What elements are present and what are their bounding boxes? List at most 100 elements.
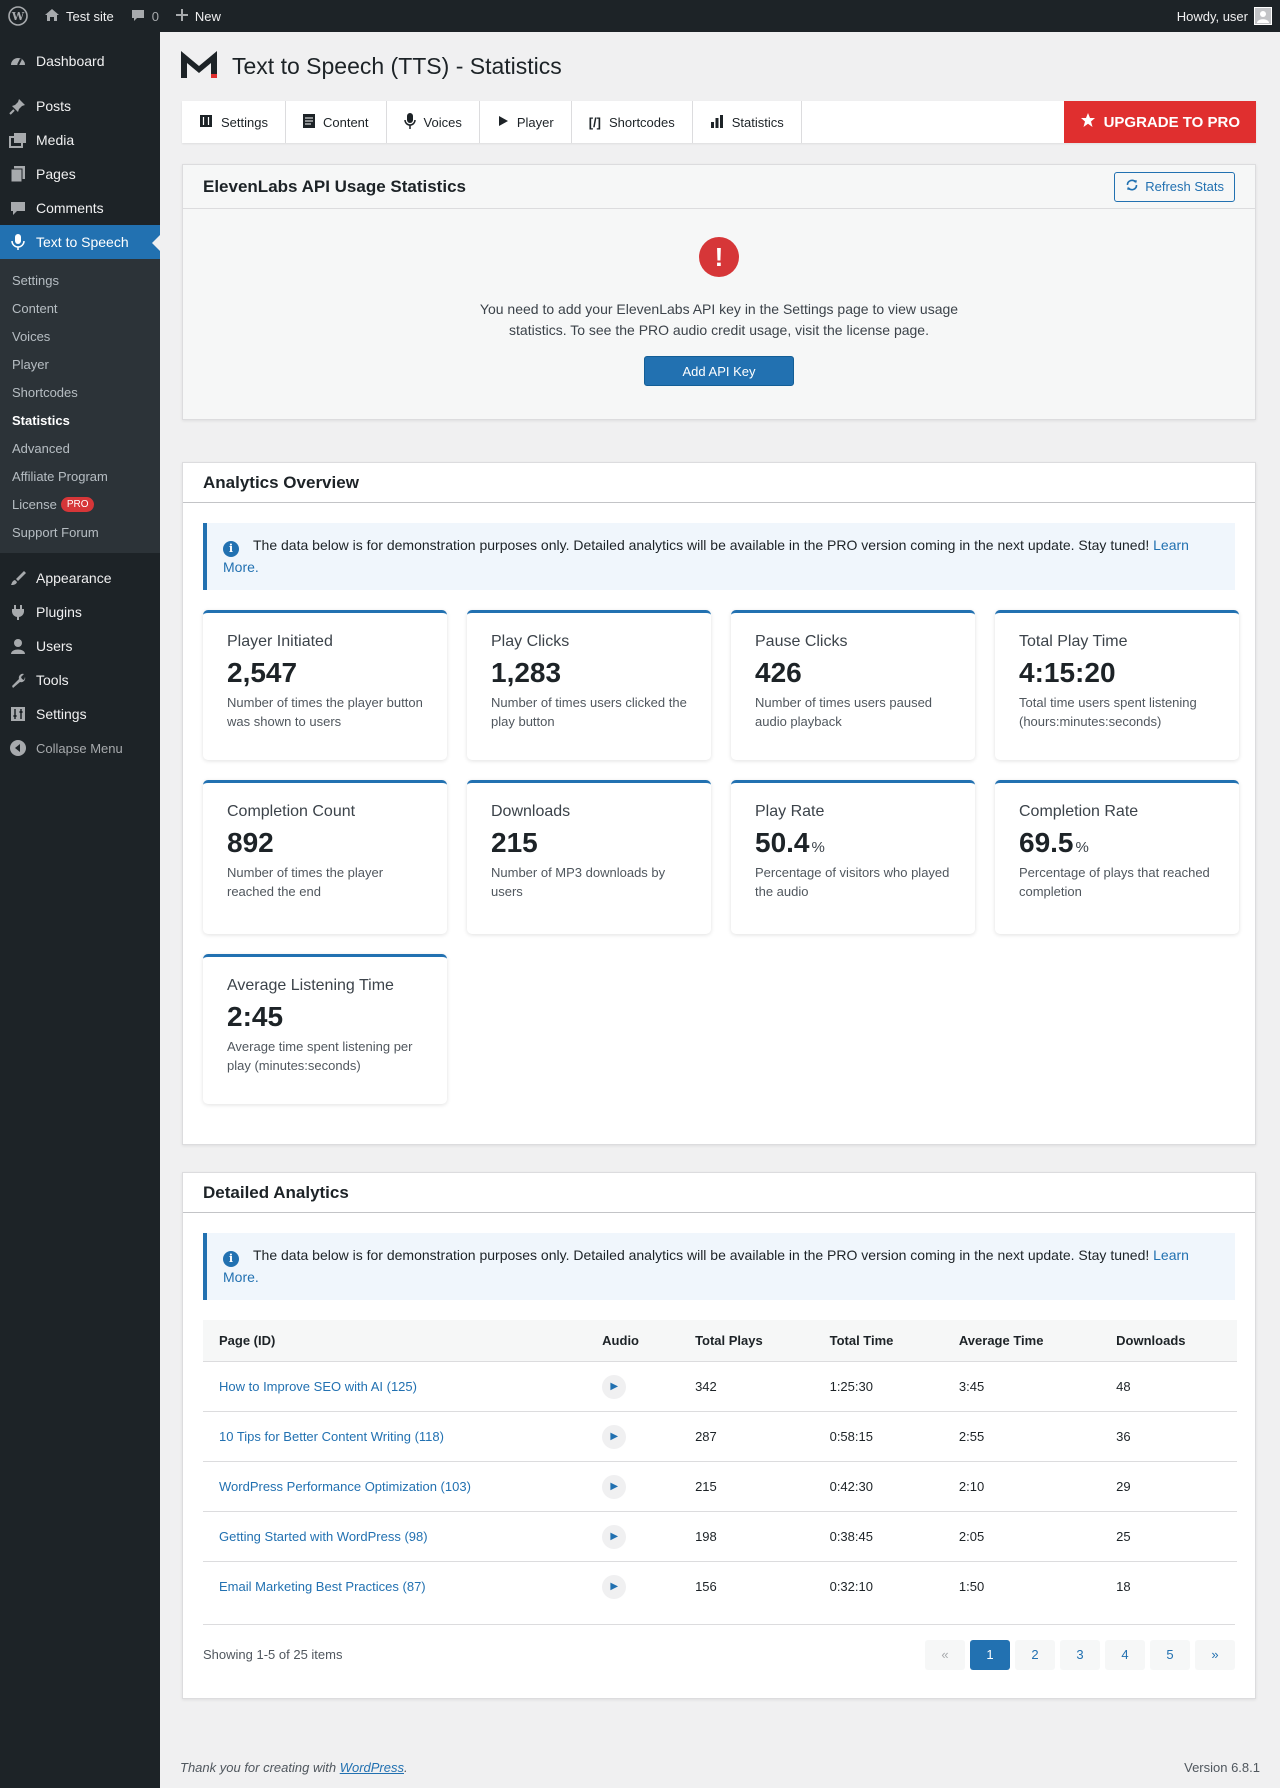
average-time-cell: 3:45: [942, 1361, 1101, 1412]
stat-label: Play Clicks: [491, 632, 570, 650]
collapse-menu-button[interactable]: Collapse Menu: [0, 731, 160, 765]
table-row: How to Improve SEO with AI (125) ▶ 342 1…: [203, 1361, 1237, 1412]
downloads-cell: 29: [1100, 1461, 1237, 1512]
menu-item-pages[interactable]: Pages: [0, 157, 160, 191]
stat-card: Average Listening Time 2:45 Average time…: [203, 953, 447, 1104]
menu-item-comments[interactable]: Comments: [0, 191, 160, 225]
pagination-prev[interactable]: «: [925, 1639, 965, 1670]
table-row: Email Marketing Best Practices (87) ▶ 15…: [203, 1562, 1237, 1612]
downloads-cell: 18: [1116, 1579, 1131, 1595]
pagination-page[interactable]: 2: [1015, 1639, 1055, 1670]
new-content-link[interactable]: New: [167, 0, 229, 32]
total-plays-cell: 287: [679, 1411, 814, 1462]
menu-item-tools[interactable]: Tools: [0, 663, 160, 697]
play-audio-button[interactable]: ▶: [602, 1474, 627, 1499]
submenu-content[interactable]: Content: [0, 294, 160, 322]
play-audio-button[interactable]: ▶: [602, 1524, 627, 1549]
play-audio-button[interactable]: ▶: [602, 1374, 627, 1399]
stat-label: Player Initiated: [227, 632, 333, 650]
analytics-overview-header: Analytics Overview: [183, 463, 1255, 503]
page-link[interactable]: WordPress Performance Optimization (103): [219, 1479, 471, 1494]
tab-settings[interactable]: Settings: [182, 101, 286, 143]
error-icon: !: [699, 237, 739, 277]
star-icon: [1080, 112, 1096, 132]
stat-description: Number of MP3 downloads by users: [491, 864, 666, 899]
pagination-next[interactable]: »: [1195, 1639, 1235, 1670]
demo-notice: i The data below is for demonstration pur…: [203, 1233, 1235, 1300]
howdy-text: Howdy, user: [1176, 8, 1248, 24]
column-header: Downloads: [1100, 1319, 1237, 1362]
plus-icon: [175, 8, 189, 25]
submenu-player[interactable]: Player: [0, 350, 160, 378]
downloads-cell: 36: [1100, 1411, 1237, 1462]
pagination-page[interactable]: 3: [1060, 1639, 1100, 1670]
site-name-link[interactable]: Test site: [36, 0, 122, 32]
stat-unit: %: [811, 838, 825, 856]
pagination-page[interactable]: 4: [1105, 1639, 1145, 1670]
play-audio-button[interactable]: ▶: [602, 1424, 627, 1449]
api-usage-title: ElevenLabs API Usage Statistics: [203, 176, 466, 196]
total-time-cell: 1:25:30: [813, 1361, 943, 1412]
page-link[interactable]: Getting Started with WordPress (98): [219, 1529, 428, 1544]
submenu-support-forum[interactable]: Support Forum: [0, 518, 160, 546]
add-api-key-button[interactable]: Add API Key: [644, 356, 794, 386]
tab-voices[interactable]: Voices: [387, 101, 480, 143]
menu-item-settings[interactable]: Settings: [0, 697, 160, 731]
stat-label: Downloads: [491, 802, 571, 820]
menu-item-appearance[interactable]: Appearance: [0, 561, 160, 595]
plugin-tabs: Settings Content Voices Player [/] Short…: [182, 101, 1256, 143]
page-link[interactable]: 10 Tips for Better Content Writing (118): [219, 1429, 444, 1444]
wordpress-logo-icon[interactable]: W: [0, 0, 36, 32]
pagination-page[interactable]: 5: [1150, 1639, 1190, 1670]
average-time-cell: 2:05: [942, 1511, 1101, 1562]
stat-card: Play Rate 50.4% Percentage of visitors w…: [731, 779, 975, 934]
menu-item-posts[interactable]: Posts: [0, 89, 160, 123]
submenu-settings[interactable]: Settings: [0, 266, 160, 294]
microphone-icon: [8, 232, 28, 252]
comments-link[interactable]: 0: [122, 0, 167, 32]
stat-card: Total Play Time 4:15:20 Total time users…: [995, 609, 1239, 760]
stat-label: Completion Rate: [1019, 802, 1139, 820]
info-icon: i: [223, 540, 239, 557]
submenu-license[interactable]: License PRO: [0, 490, 160, 518]
column-header: Audio: [586, 1319, 680, 1362]
submenu-shortcodes[interactable]: Shortcodes: [0, 378, 160, 406]
tab-player[interactable]: Player: [480, 101, 572, 143]
tab-shortcodes[interactable]: [/] Shortcodes: [572, 101, 693, 143]
page-link[interactable]: How to Improve SEO with AI (125): [219, 1379, 417, 1394]
table-row: WordPress Performance Optimization (103)…: [203, 1461, 1237, 1512]
upgrade-to-pro-button[interactable]: UPGRADE TO PRO: [1063, 101, 1256, 143]
stat-value: 1,283: [491, 656, 562, 688]
wordpress-link[interactable]: WordPress: [340, 1760, 404, 1775]
comment-icon: [130, 7, 146, 26]
my-account-link[interactable]: Howdy, user: [1169, 0, 1280, 32]
tab-content[interactable]: Content: [286, 101, 387, 143]
refresh-stats-button[interactable]: Refresh Stats: [1114, 171, 1235, 202]
api-usage-header: ElevenLabs API Usage Statistics Refresh …: [183, 165, 1255, 209]
submenu-affiliate-program[interactable]: Affiliate Program: [0, 462, 160, 490]
play-icon: [497, 115, 509, 130]
stat-value: 892: [227, 826, 274, 858]
analytics-overview-title: Analytics Overview: [203, 472, 359, 492]
submenu-advanced[interactable]: Advanced: [0, 434, 160, 462]
avatar: [1254, 7, 1272, 25]
stat-value: 426: [755, 656, 802, 688]
stat-description: Number of times the player button was sh…: [227, 694, 423, 729]
table-row: Getting Started with WordPress (98) ▶ 19…: [203, 1511, 1237, 1562]
page-link[interactable]: Email Marketing Best Practices (87): [219, 1579, 426, 1594]
menu-item-plugins[interactable]: Plugins: [0, 595, 160, 629]
pagination-page[interactable]: 1: [970, 1639, 1010, 1670]
menu-item-dashboard[interactable]: Dashboard: [0, 44, 160, 78]
tab-statistics[interactable]: Statistics: [693, 101, 802, 143]
submenu-voices[interactable]: Voices: [0, 322, 160, 350]
submenu-statistics[interactable]: Statistics: [0, 406, 160, 434]
menu-item-media[interactable]: Media: [0, 123, 160, 157]
footer-version: Version 6.8.1: [1184, 1760, 1260, 1775]
stat-value: 2,547: [227, 656, 298, 688]
comment-icon: [8, 198, 28, 218]
menu-item-users[interactable]: Users: [0, 629, 160, 663]
user-icon: [8, 636, 28, 656]
play-audio-button[interactable]: ▶: [602, 1574, 627, 1599]
demo-notice-text: The data below is for demonstration purp…: [253, 537, 1150, 553]
menu-item-text-to-speech[interactable]: Text to Speech: [0, 225, 160, 259]
